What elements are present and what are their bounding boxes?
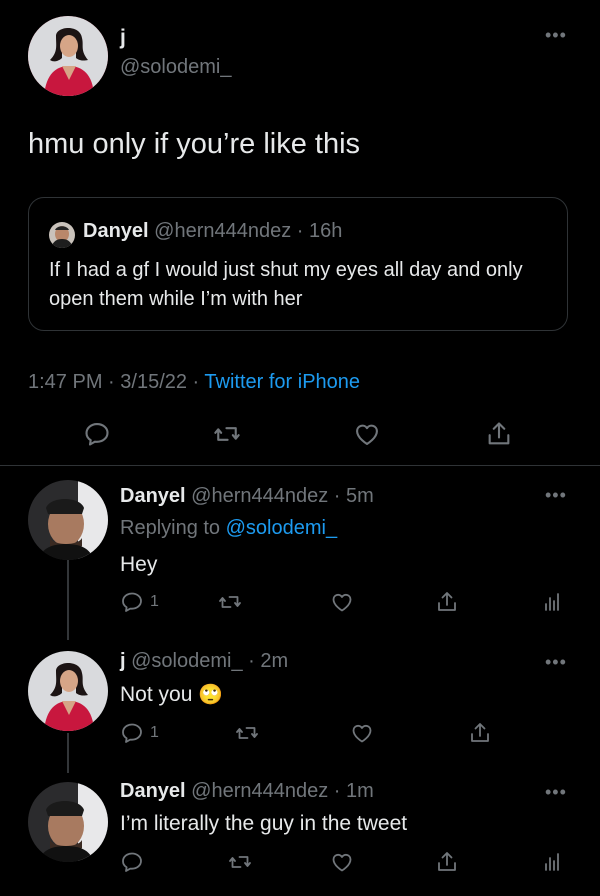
retweet-icon[interactable] bbox=[218, 590, 242, 614]
tweet-text: hmu only if you’re like this bbox=[28, 128, 361, 160]
reply-time: 2m bbox=[260, 650, 289, 672]
author-name[interactable]: j bbox=[120, 26, 126, 50]
reply-author-name[interactable]: Danyel bbox=[120, 780, 186, 802]
reply-text: I’m literally the guy in the tweet bbox=[120, 812, 408, 835]
more-icon[interactable]: ••• bbox=[545, 783, 567, 801]
quoted-time: 16h bbox=[309, 220, 343, 242]
share-icon[interactable] bbox=[435, 850, 459, 874]
retweet-icon[interactable] bbox=[235, 721, 259, 745]
thread-line bbox=[67, 560, 69, 640]
reply-separator: · bbox=[328, 780, 347, 802]
retweet-icon[interactable] bbox=[213, 420, 241, 448]
avatar-hern444ndez[interactable] bbox=[28, 480, 108, 560]
more-icon[interactable]: ••• bbox=[545, 486, 567, 504]
reply-icon[interactable] bbox=[120, 721, 144, 745]
replying-to-label: Replying to bbox=[120, 517, 226, 539]
share-icon[interactable] bbox=[468, 721, 492, 745]
heart-icon[interactable] bbox=[353, 420, 381, 448]
quoted-separator: · bbox=[291, 220, 310, 242]
share-icon[interactable] bbox=[485, 420, 513, 448]
reply-count: 1 bbox=[150, 593, 159, 610]
thread-line bbox=[67, 733, 69, 773]
more-icon[interactable]: ••• bbox=[545, 26, 567, 44]
reply-time: 1m bbox=[346, 780, 374, 802]
eye-roll-emoji: 🙄 bbox=[198, 684, 224, 706]
quoted-tweet-card[interactable]: Danyel @hern444ndez · 16h If I had a gf … bbox=[28, 197, 568, 331]
analytics-icon[interactable] bbox=[540, 590, 564, 614]
share-icon[interactable] bbox=[435, 590, 459, 614]
quoted-author-name: Danyel bbox=[83, 220, 149, 242]
replying-to-handle[interactable]: @solodemi_ bbox=[226, 517, 337, 539]
heart-icon[interactable] bbox=[330, 590, 354, 614]
reply-time: 5m bbox=[346, 485, 374, 507]
tweet-date: 3/15/22 bbox=[120, 371, 187, 393]
reply-text: Hey bbox=[120, 553, 158, 576]
retweet-icon[interactable] bbox=[228, 850, 252, 874]
quoted-author-handle: @hern444ndez bbox=[154, 220, 292, 242]
reply-author-name[interactable]: j bbox=[120, 650, 126, 672]
reply-separator: · bbox=[328, 485, 347, 507]
more-icon[interactable]: ••• bbox=[545, 653, 567, 671]
avatar-solodemi[interactable] bbox=[28, 651, 108, 731]
meta-separator: · bbox=[187, 371, 205, 393]
reply-icon[interactable] bbox=[120, 850, 144, 874]
reply-separator: · bbox=[242, 650, 261, 672]
reply-author-handle[interactable]: @hern444ndez bbox=[191, 485, 328, 507]
reply-author-name[interactable]: Danyel bbox=[120, 485, 186, 507]
tweet-source-link[interactable]: Twitter for iPhone bbox=[204, 371, 360, 393]
quoted-tweet-text: If I had a gf I would just shut my eyes … bbox=[49, 259, 523, 310]
reply-count: 1 bbox=[150, 724, 159, 741]
avatar-hern444ndez[interactable] bbox=[28, 782, 108, 862]
quoted-avatar bbox=[49, 222, 75, 248]
reply-author-handle[interactable]: @hern444ndez bbox=[191, 780, 328, 802]
heart-icon[interactable] bbox=[330, 850, 354, 874]
divider bbox=[0, 465, 600, 466]
reply-author-handle[interactable]: @solodemi_ bbox=[131, 650, 242, 672]
avatar-solodemi[interactable] bbox=[28, 16, 108, 96]
reply-icon[interactable] bbox=[83, 420, 111, 448]
heart-icon[interactable] bbox=[350, 721, 374, 745]
analytics-icon[interactable] bbox=[540, 850, 564, 874]
tweet-time: 1:47 PM bbox=[28, 371, 103, 393]
author-handle[interactable]: @solodemi_ bbox=[120, 56, 231, 79]
reply-icon[interactable] bbox=[120, 590, 144, 614]
reply-text: Not you bbox=[120, 683, 193, 706]
meta-separator: · bbox=[102, 371, 121, 393]
